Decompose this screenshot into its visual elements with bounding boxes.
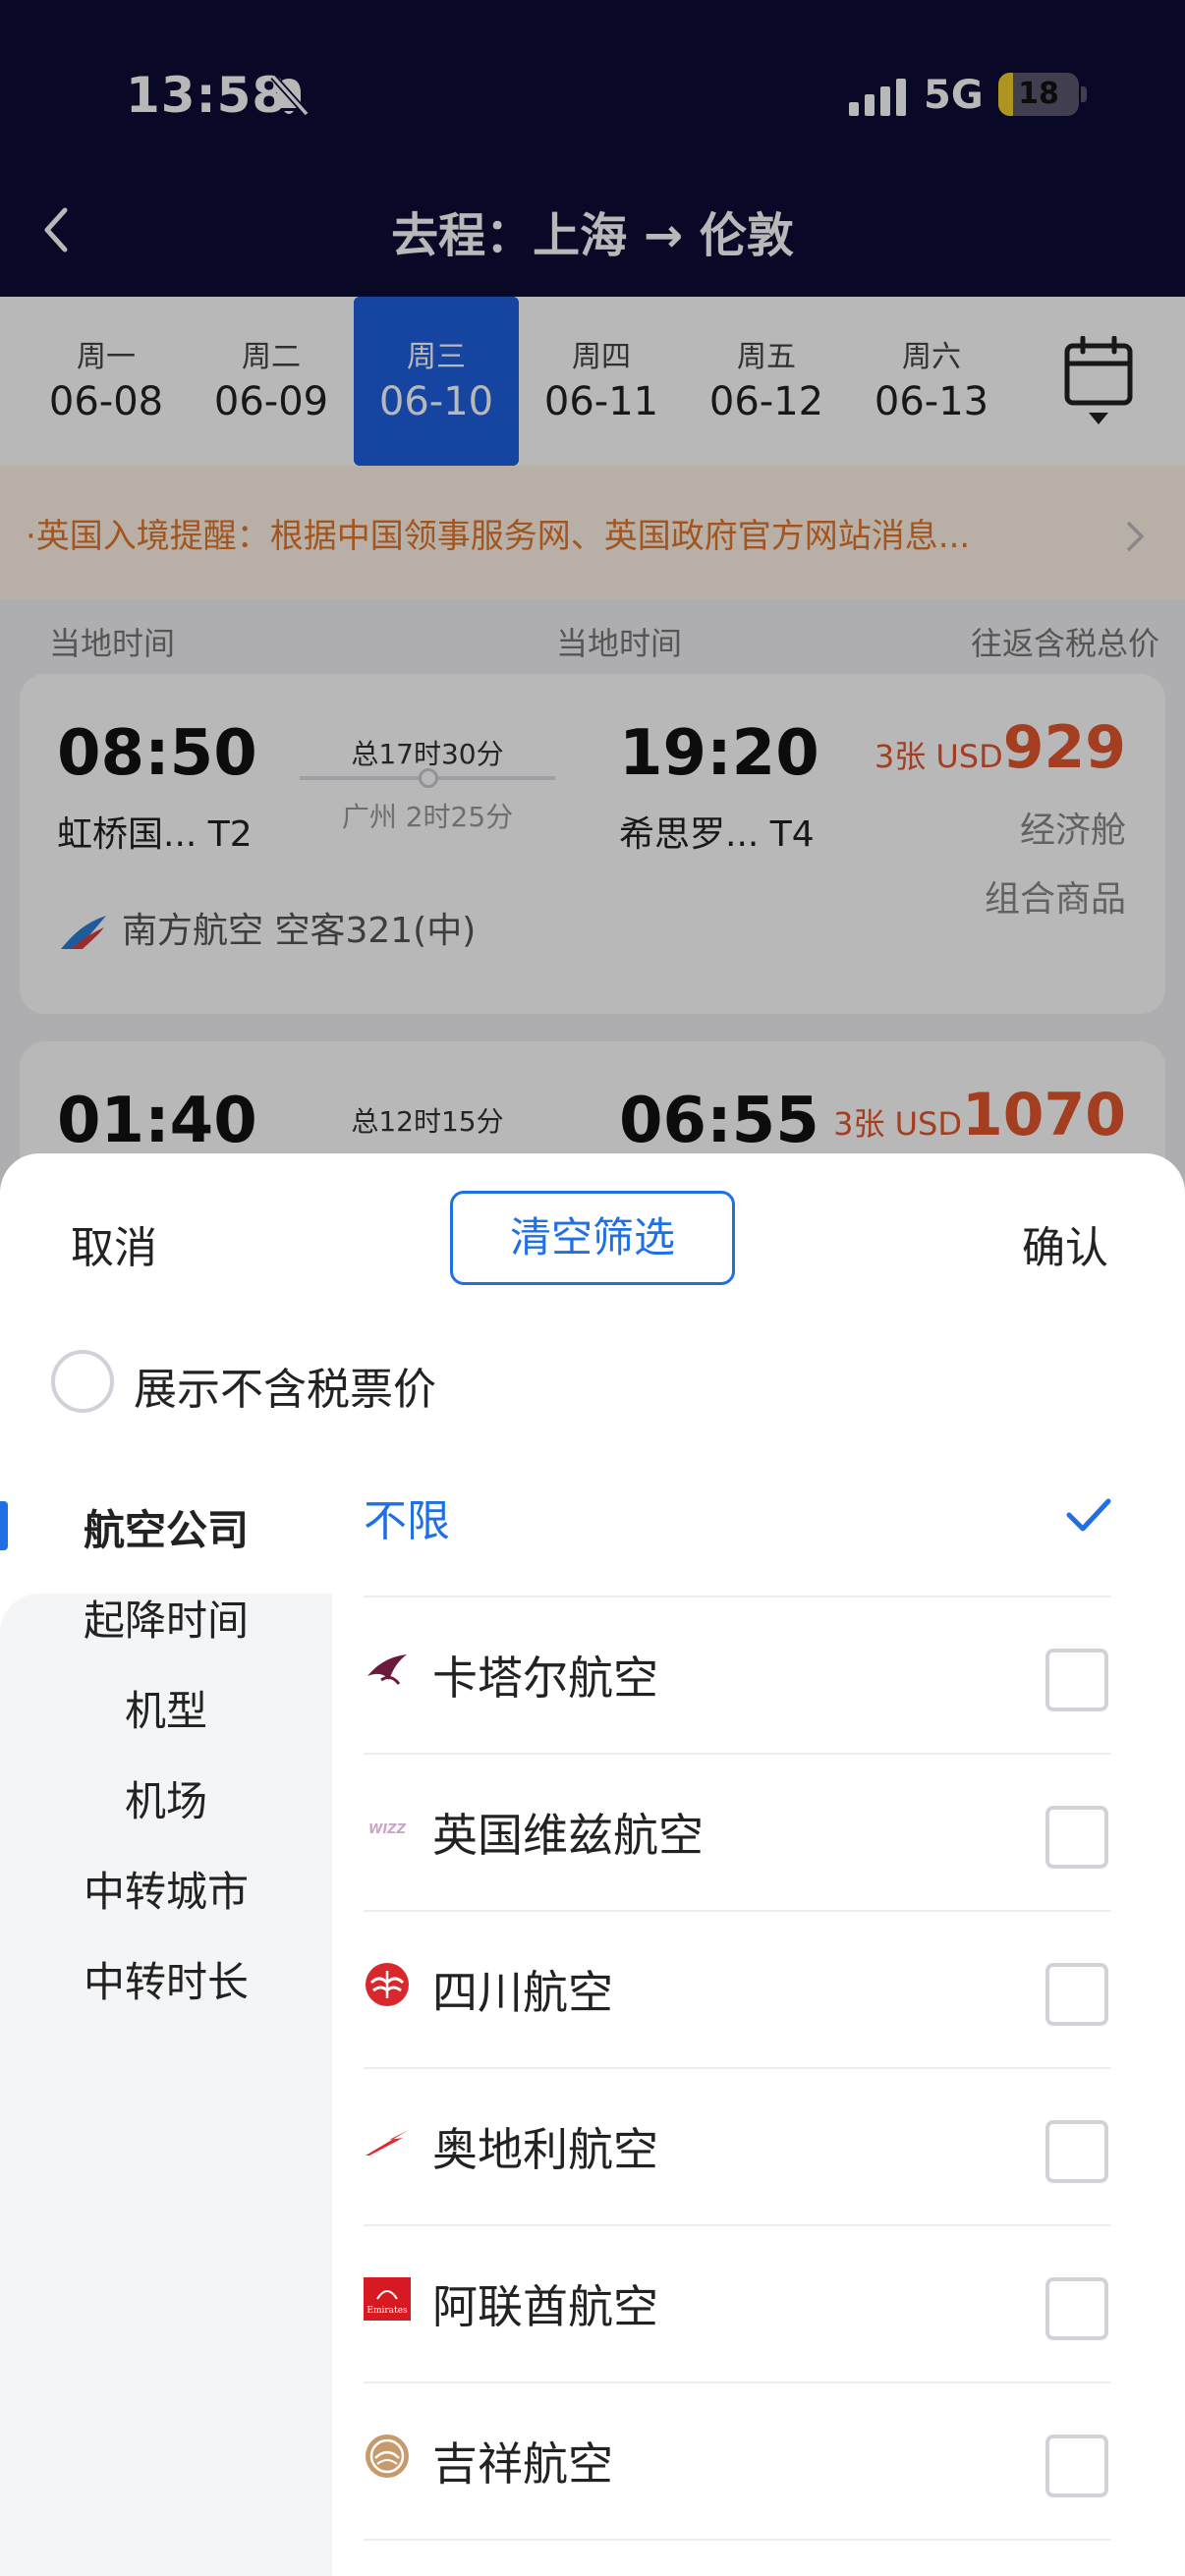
- airline-name: 奥地利航空: [432, 2123, 658, 2176]
- airline-option-divider: [364, 2539, 1110, 2576]
- category-transfer-duration[interactable]: 中转时长: [0, 1949, 332, 2009]
- option-unlimited[interactable]: 不限: [364, 1485, 450, 1548]
- airline-checkbox[interactable]: [1045, 2435, 1108, 2497]
- airline-option[interactable]: 四川航空: [364, 1910, 1110, 2067]
- airline-name: 阿联酋航空: [432, 2280, 658, 2333]
- airline-name: 四川航空: [432, 1966, 613, 2019]
- wizz-logo-text: WIZZ: [368, 1822, 407, 1837]
- confirm-button[interactable]: 确认: [1022, 1212, 1108, 1275]
- exclude-tax-radio[interactable]: [51, 1350, 114, 1413]
- exclude-tax-label: 展示不含税票价: [134, 1365, 436, 1415]
- airline-checkbox[interactable]: [1045, 2277, 1108, 2340]
- airline-checkbox[interactable]: [1045, 1806, 1108, 1869]
- category-transfer-city[interactable]: 中转城市: [0, 1859, 332, 1919]
- checkmark-icon: [1066, 1498, 1111, 1532]
- category-airline[interactable]: 航空公司: [0, 1497, 332, 1557]
- airline-option[interactable]: Emirates 阿联酋航空: [364, 2224, 1110, 2381]
- airline-option[interactable]: 卡塔尔航空: [364, 1596, 1110, 1753]
- filter-sheet: 取消 清空筛选 确认 展示不含税票价 航空公司 起降时间 机型 机场 中转城市 …: [0, 1153, 1185, 2576]
- category-aircraft[interactable]: 机型: [0, 1678, 332, 1738]
- filter-category-list: 航空公司 起降时间 机型 机场 中转城市 中转时长: [0, 1460, 332, 2576]
- wizz-air-logo-icon: WIZZ: [368, 1822, 407, 1837]
- airline-option[interactable]: 吉祥航空: [364, 2381, 1110, 2539]
- airline-checkbox[interactable]: [1045, 2120, 1108, 2183]
- airline-option[interactable]: WIZZ 英国维兹航空: [364, 1753, 1110, 1910]
- cancel-button[interactable]: 取消: [71, 1212, 157, 1275]
- category-list-bg: [0, 1594, 332, 2576]
- airline-checkbox[interactable]: [1045, 1649, 1108, 1711]
- airline-name: 英国维兹航空: [432, 1809, 704, 1862]
- airline-option[interactable]: 奥地利航空: [364, 2067, 1110, 2224]
- emirates-logo-icon: Emirates: [364, 2277, 411, 2321]
- clear-filters-button[interactable]: 清空筛选: [450, 1191, 735, 1285]
- category-time[interactable]: 起降时间: [0, 1588, 332, 1648]
- juneyao-airlines-logo-icon: [366, 2435, 409, 2478]
- airline-checkbox[interactable]: [1045, 1963, 1108, 2026]
- sichuan-airlines-logo-icon: [366, 1963, 409, 2006]
- airline-name: 吉祥航空: [432, 2437, 613, 2491]
- emirates-logo-text: Emirates: [367, 2306, 408, 2316]
- austrian-airlines-logo-icon: [366, 2130, 409, 2156]
- category-airport[interactable]: 机场: [0, 1768, 332, 1828]
- airline-name: 卡塔尔航空: [432, 1652, 658, 1705]
- qatar-airways-logo-icon: [367, 1654, 407, 1685]
